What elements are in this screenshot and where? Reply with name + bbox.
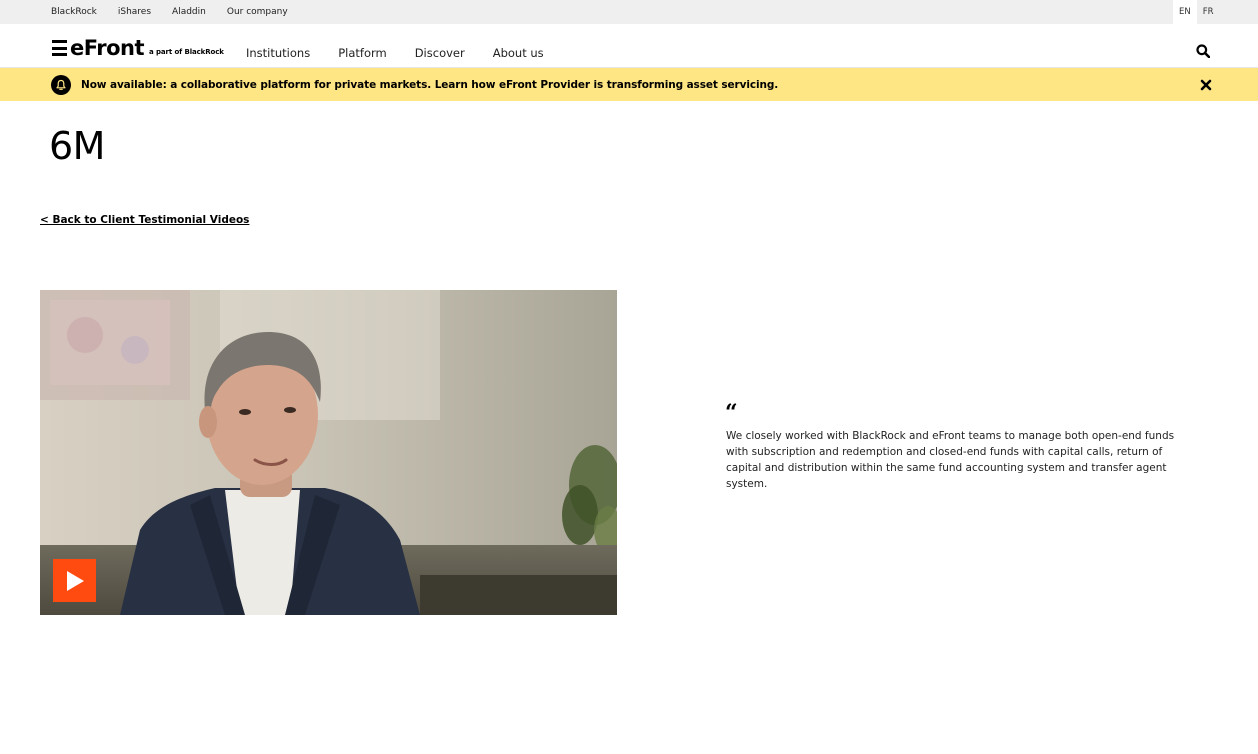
nav-about-us[interactable]: About us [493,46,544,60]
utility-bar: BlackRock iShares Aladdin Our company EN… [0,0,1258,24]
bell-icon [51,75,71,95]
announcement-banner: Now available: a collaborative platform … [0,68,1258,101]
site-header: eFront a part of BlackRock Institutions … [0,24,1258,68]
testimonial-quote: We closely worked with BlackRock and eFr… [726,430,1175,490]
main-nav: Institutions Platform Discover About us [246,24,572,68]
language-switch: EN FR [1173,0,1220,24]
utility-link-blackrock[interactable]: BlackRock [51,7,97,17]
nav-institutions[interactable]: Institutions [246,46,310,60]
utility-link-ishares[interactable]: iShares [118,7,151,17]
language-en[interactable]: EN [1173,0,1197,24]
video-thumbnail [40,290,617,615]
efront-logo[interactable]: eFront a part of BlackRock [52,36,224,60]
video-player[interactable] [40,290,617,615]
back-link[interactable]: < Back to Client Testimonial Videos [40,214,249,226]
utility-link-aladdin[interactable]: Aladdin [172,7,206,17]
utility-links: BlackRock iShares Aladdin Our company [51,0,309,24]
nav-platform[interactable]: Platform [338,46,387,60]
logo-text: eFront [70,36,145,60]
search-icon[interactable] [1196,44,1212,60]
quote-icon: “ [725,400,738,426]
language-fr[interactable]: FR [1197,0,1220,24]
nav-discover[interactable]: Discover [415,46,465,60]
logo-mark-icon [52,40,67,56]
utility-link-our-company[interactable]: Our company [227,7,288,17]
close-icon[interactable] [1200,78,1213,91]
banner-link[interactable]: Now available: a collaborative platform … [81,68,778,101]
play-icon[interactable] [53,559,96,602]
logo-subtitle: a part of BlackRock [149,48,224,56]
page-title: 6M [49,124,105,168]
